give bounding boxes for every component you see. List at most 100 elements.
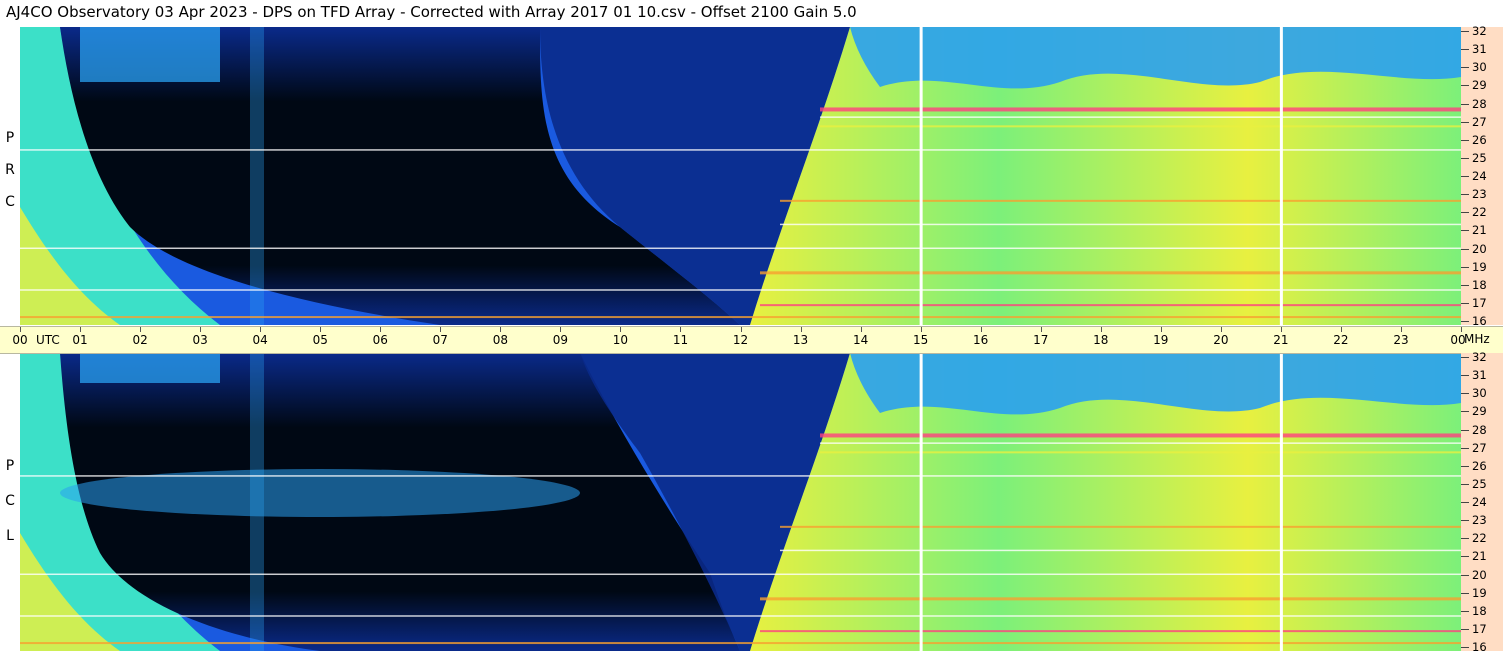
- freq-tick-label: 26: [1472, 132, 1487, 147]
- lcp-spectrogram: [20, 353, 1461, 651]
- interference-line: [20, 149, 1461, 151]
- time-tick-mark: [1160, 327, 1162, 332]
- time-tick-mark: [680, 327, 682, 332]
- interference-line: [20, 475, 1461, 477]
- freq-tick-label: 31: [1472, 42, 1487, 57]
- interference-line: [780, 549, 1461, 552]
- time-tick-label: 03: [192, 333, 208, 347]
- utc-label: UTC: [36, 333, 60, 347]
- time-tick-mark: [800, 327, 802, 332]
- time-tick-mark: [1100, 327, 1102, 332]
- time-tick-label: 05: [312, 333, 328, 347]
- freq-tick-label: 24: [1472, 169, 1487, 183]
- time-tick-mark: [440, 327, 442, 332]
- freq-tick-label: 19: [1472, 585, 1487, 600]
- freq-tick-label: 28: [1472, 422, 1487, 437]
- freq-tick-mark: [1461, 103, 1469, 105]
- interference-line: [20, 316, 1461, 319]
- early-blue-block: [80, 27, 220, 82]
- lcp-letter-p: P: [5, 458, 15, 474]
- freq-tick-mark: [1461, 49, 1469, 51]
- interference-line: [760, 271, 1461, 275]
- freq-tick-mark: [1461, 230, 1469, 232]
- freq-tick-mark: [1461, 67, 1469, 69]
- utc-marker-line: [919, 27, 923, 325]
- rcp-label-strip: R C P: [0, 27, 20, 325]
- time-tick-mark: [260, 327, 262, 332]
- time-tick-mark: [20, 327, 21, 332]
- freq-tick-mark: [1461, 592, 1469, 594]
- freq-tick-mark: [1461, 520, 1469, 522]
- lcp-letter-c: C: [5, 493, 15, 509]
- freq-tick-label: 31: [1472, 368, 1487, 383]
- freq-tick-mark: [1461, 212, 1469, 214]
- freq-tick-label: 25: [1472, 150, 1487, 165]
- freq-tick-label: 30: [1472, 386, 1487, 401]
- freq-tick-mark: [1461, 502, 1469, 503]
- interference-line: [780, 223, 1461, 226]
- interference-line: [760, 597, 1461, 601]
- utc-marker-line: [1279, 27, 1283, 325]
- freq-tick-label: 20: [1472, 241, 1487, 256]
- freq-tick-mark: [1461, 393, 1469, 395]
- utc-marker-line: [1279, 353, 1283, 651]
- interference-line: [760, 630, 1461, 633]
- freq-tick-mark: [1461, 31, 1469, 32]
- freq-tick-mark: [1461, 538, 1469, 540]
- freq-tick-mark: [1461, 321, 1469, 322]
- freq-tick-label: 18: [1472, 277, 1487, 292]
- interference-line: [20, 573, 1461, 576]
- time-tick-label: 01: [72, 333, 88, 347]
- interference-line: [780, 199, 1461, 202]
- early-blue-block: [80, 353, 220, 383]
- freq-tick-mark: [1461, 556, 1469, 558]
- freq-tick-label: 24: [1472, 495, 1487, 509]
- interference-line: [820, 442, 1461, 444]
- time-tick-mark: [920, 327, 922, 332]
- interference-line: [780, 525, 1461, 528]
- mhz-unit-label: MHz: [1464, 332, 1490, 346]
- time-tick-mark: [500, 327, 502, 332]
- freq-tick-label: 32: [1472, 24, 1487, 38]
- freq-tick-label: 17: [1472, 621, 1487, 636]
- interference-line: [20, 615, 1461, 617]
- time-tick-label: 22: [1333, 333, 1349, 347]
- time-tick-label: 07: [432, 333, 448, 347]
- interference-line: [820, 116, 1461, 118]
- freq-tick-mark: [1461, 628, 1469, 630]
- freq-tick-mark: [1461, 284, 1469, 286]
- freq-tick-mark: [1461, 357, 1469, 358]
- time-tick-mark: [1340, 327, 1342, 332]
- freq-tick-mark: [1461, 610, 1469, 612]
- freq-tick-label: 18: [1472, 603, 1487, 618]
- time-tick-mark: [560, 327, 562, 332]
- freq-tick-label: 20: [1472, 567, 1487, 582]
- freq-tick-label: 27: [1472, 114, 1487, 129]
- freq-tick-label: 16: [1472, 640, 1487, 654]
- freq-tick-mark: [1461, 447, 1469, 449]
- time-tick-mark: [740, 327, 742, 332]
- time-tick-label: 11: [672, 333, 689, 347]
- time-tick-label: 23: [1393, 333, 1409, 347]
- time-tick-label: 06: [372, 333, 388, 347]
- freq-tick-mark: [1461, 411, 1469, 413]
- time-tick-mark: [860, 327, 862, 332]
- time-tick-label: 19: [1153, 333, 1169, 347]
- time-tick-mark: [1220, 327, 1222, 332]
- utc-marker-line: [919, 353, 923, 651]
- time-tick-label: 20: [1213, 333, 1229, 347]
- rcp-letter-r: R: [5, 162, 15, 178]
- time-tick-label: 04: [252, 333, 268, 347]
- freq-tick-mark: [1461, 375, 1469, 377]
- freq-tick-label: 32: [1472, 350, 1487, 364]
- time-tick-mark: [140, 327, 142, 332]
- interference-line: [760, 304, 1461, 307]
- time-tick-label: 00: [12, 333, 28, 347]
- freq-tick-label: 21: [1472, 223, 1487, 238]
- interference-line: [820, 433, 1461, 438]
- freq-tick-label: 19: [1472, 259, 1487, 274]
- freq-tick-mark: [1461, 139, 1469, 141]
- time-tick-mark: [620, 327, 622, 332]
- rcp-spectrogram-plot: [20, 27, 1461, 325]
- time-tick-label: 13: [792, 333, 809, 347]
